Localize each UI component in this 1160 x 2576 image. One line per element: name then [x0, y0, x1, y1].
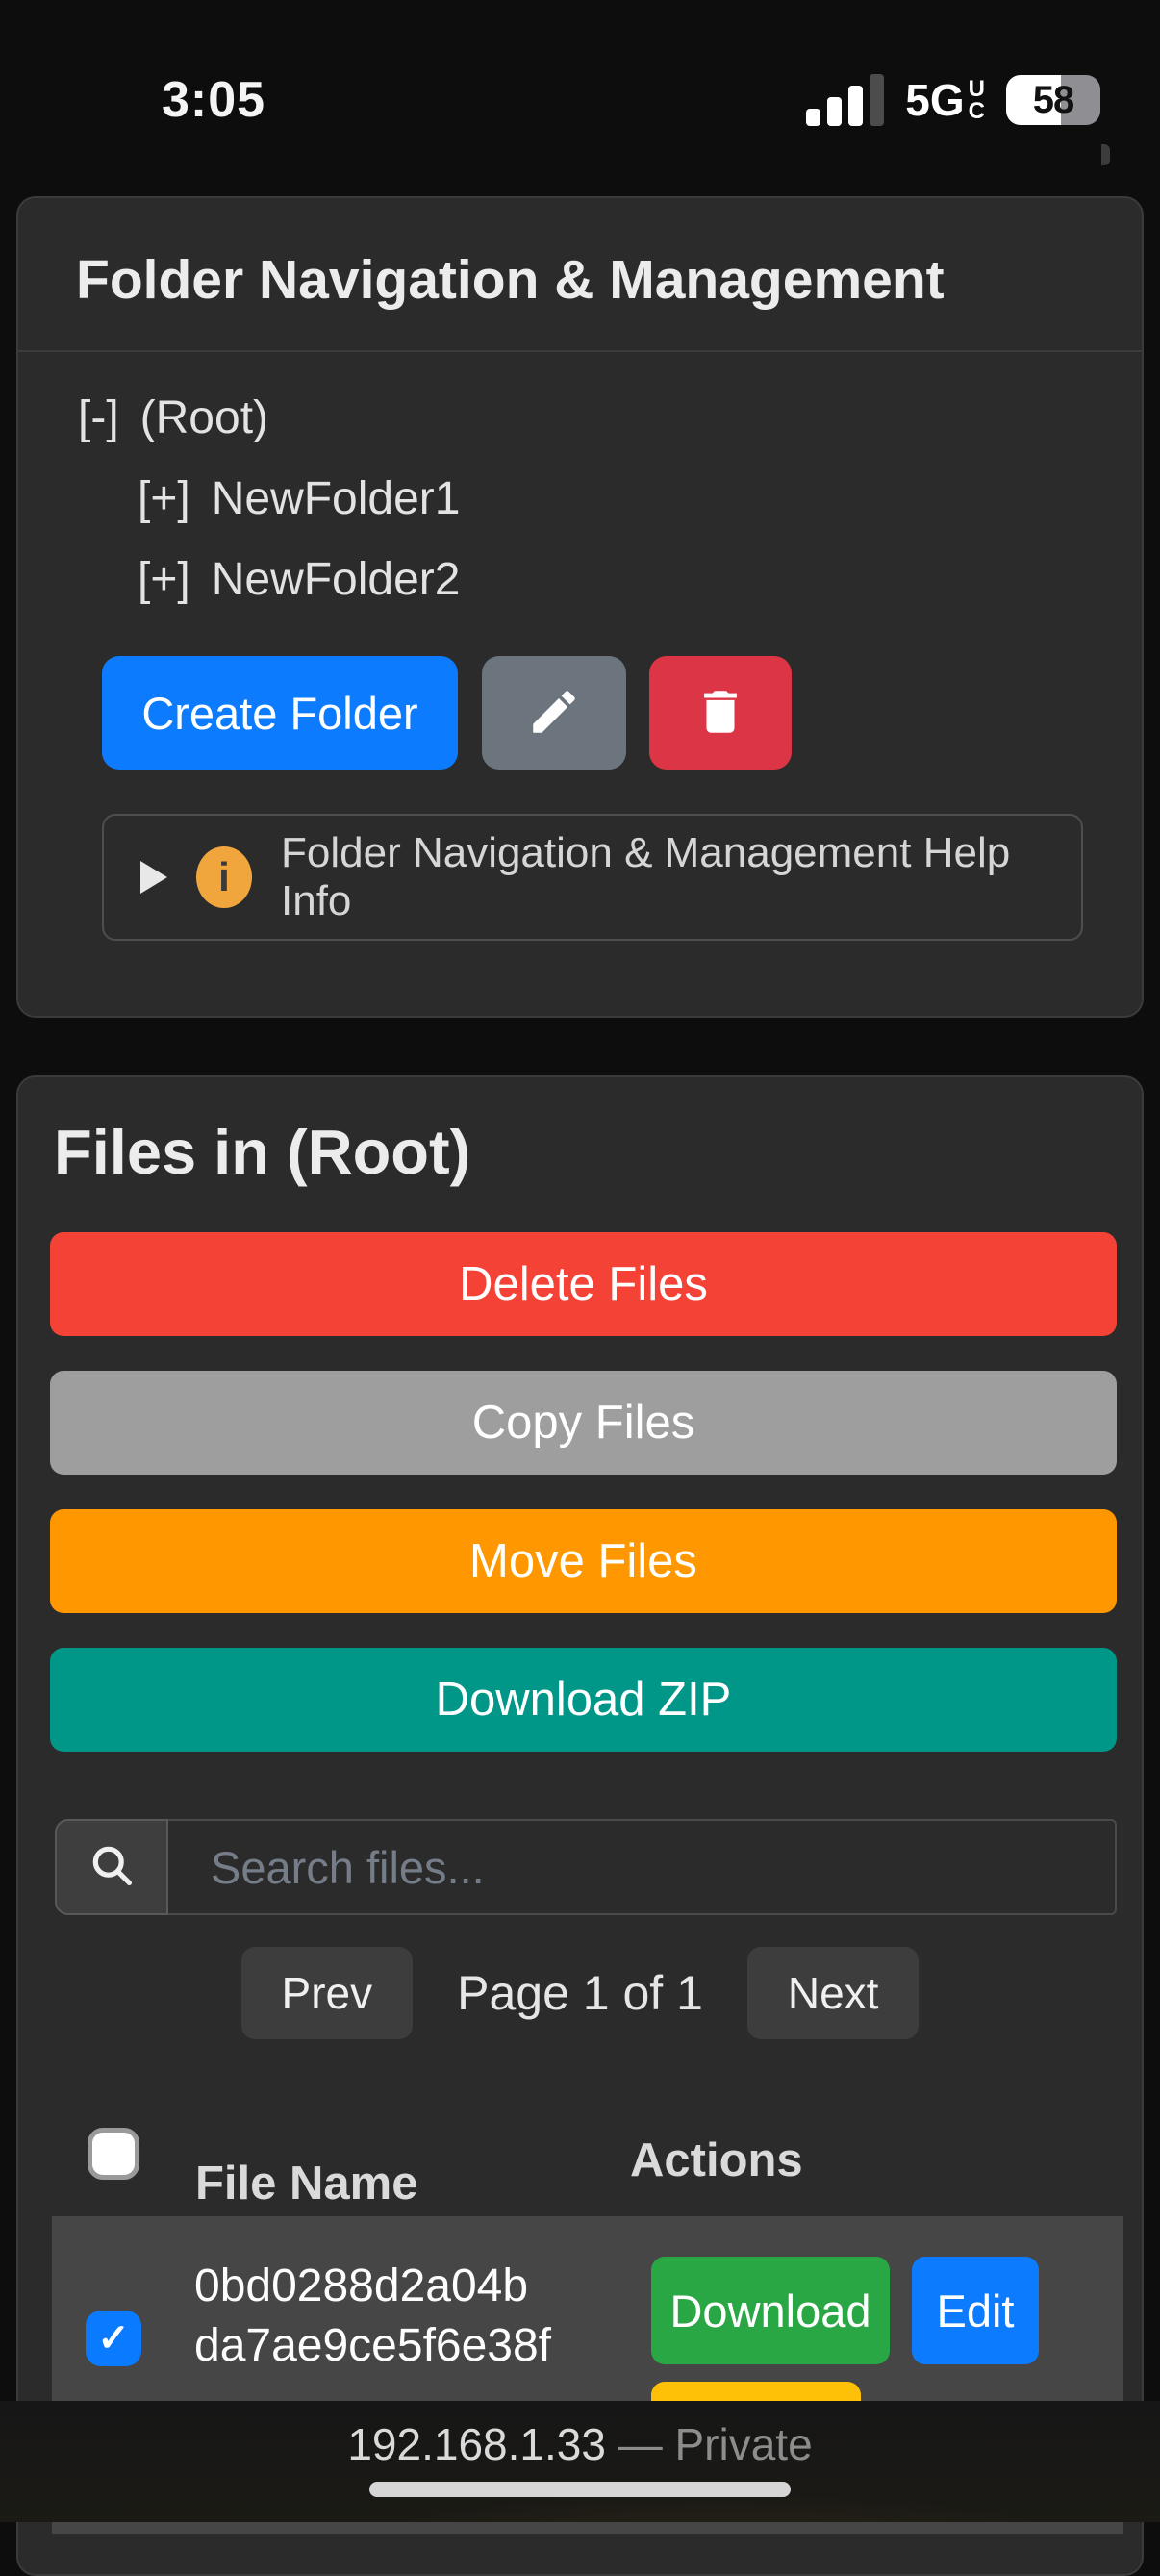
file-name-cell: 0bd0288d2a04b da7ae9ce5f6e38f [194, 2257, 551, 2376]
delete-folder-button[interactable] [649, 656, 792, 770]
tree-label[interactable]: NewFolder2 [212, 553, 461, 606]
cellular-signal-icon [806, 74, 884, 126]
folder-navigation-card: Folder Navigation & Management [-] (Root… [16, 196, 1144, 1018]
network-label: 5G [905, 74, 964, 126]
status-bar: 3:05 5G U C 58 [0, 54, 1160, 146]
select-all-checkbox[interactable] [88, 2128, 139, 2180]
column-header-actions: Actions [630, 2134, 803, 2187]
address-bar[interactable]: 192.168.1.33 — Private [0, 2418, 1160, 2470]
help-summary-label: Folder Navigation & Management Help Info [281, 829, 1045, 925]
download-zip-button[interactable]: Download ZIP [50, 1648, 1117, 1752]
info-icon: i [196, 846, 252, 908]
files-card: Files in (Root) Delete Files Copy Files … [16, 1075, 1144, 2576]
rename-folder-button[interactable] [482, 656, 626, 770]
tree-item-newfolder2[interactable]: [+] NewFolder2 [78, 539, 460, 619]
help-disclosure[interactable]: i Folder Navigation & Management Help In… [102, 814, 1083, 941]
home-indicator[interactable] [369, 2482, 791, 2497]
tree-toggle[interactable]: [+] [138, 472, 190, 525]
search-icon-box [55, 1819, 168, 1915]
tree-toggle[interactable]: [-] [78, 391, 119, 444]
tree-label[interactable]: NewFolder1 [212, 472, 461, 525]
battery-percent: 58 [1033, 79, 1074, 122]
search-input[interactable] [168, 1841, 1115, 1894]
status-bar-right: 5G U C 58 [806, 74, 1100, 126]
page-status: Page 1 of 1 [457, 1965, 703, 2021]
tree-item-newfolder1[interactable]: [+] NewFolder1 [78, 458, 460, 539]
privacy-label: — Private [606, 2419, 813, 2469]
battery-nub [1101, 144, 1110, 165]
tree-toggle[interactable]: [+] [138, 553, 190, 606]
tree-item-root[interactable]: [-] (Root) [78, 377, 460, 458]
trash-icon [693, 684, 748, 743]
edit-file-button[interactable]: Edit [912, 2257, 1039, 2364]
folder-card-title: Folder Navigation & Management [76, 248, 945, 312]
delete-files-button[interactable]: Delete Files [50, 1232, 1117, 1336]
row-checkbox-checked[interactable]: ✓ [86, 2311, 141, 2366]
checkmark-icon: ✓ [97, 2316, 130, 2361]
next-page-button[interactable]: Next [747, 1947, 920, 2039]
copy-files-button[interactable]: Copy Files [50, 1371, 1117, 1475]
folder-tree: [-] (Root) [+] NewFolder1 [+] NewFolder2 [78, 377, 460, 619]
search-icon [87, 1840, 137, 1895]
pencil-icon [526, 684, 582, 743]
prev-page-button[interactable]: Prev [241, 1947, 414, 2039]
network-sub-label: U C [969, 78, 985, 122]
url-text[interactable]: 192.168.1.33 [347, 2419, 606, 2469]
clock: 3:05 [162, 71, 265, 129]
move-files-button[interactable]: Move Files [50, 1509, 1117, 1613]
search-input-wrap [168, 1819, 1117, 1915]
column-header-file-name: File Name [195, 2157, 417, 2210]
disclosure-triangle-icon[interactable] [140, 861, 167, 894]
download-file-button[interactable]: Download [651, 2257, 890, 2364]
tree-label[interactable]: (Root) [140, 391, 268, 444]
card-divider [18, 350, 1142, 352]
pagination: Prev Page 1 of 1 Next [18, 1947, 1142, 2039]
battery-icon: 58 [1006, 75, 1100, 125]
create-folder-button[interactable]: Create Folder [102, 656, 458, 770]
files-card-title: Files in (Root) [54, 1116, 470, 1188]
file-search [55, 1819, 1117, 1915]
browser-toolbar: 192.168.1.33 — Private [0, 2401, 1160, 2522]
network-type: 5G U C [905, 74, 985, 126]
